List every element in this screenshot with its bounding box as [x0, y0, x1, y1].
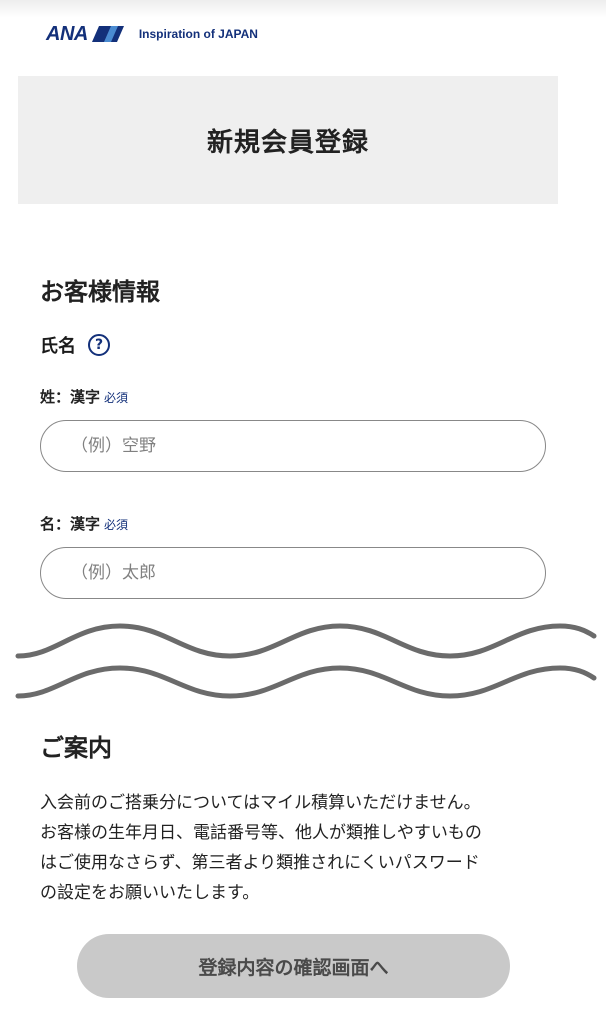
first-name-kanji-input[interactable]: [40, 547, 546, 599]
confirm-registration-button[interactable]: 登録内容の確認画面へ: [77, 934, 510, 998]
last-name-kanji-label-text: 姓：漢字: [40, 388, 101, 406]
tagline: Inspiration of JAPAN: [138, 27, 258, 41]
wave-divider: [15, 665, 597, 699]
ana-logo-text: ANA: [46, 22, 88, 45]
name-heading: 氏名 ?: [40, 332, 110, 358]
customer-info-heading: お客様情報: [40, 278, 160, 306]
notice-line: お客様の生年月日、電話番号等、他人が類推しやすいもの: [40, 823, 482, 843]
name-label: 氏名: [40, 336, 76, 357]
notice-text: 入会前のご搭乗分についてはマイル積算いただけません。 お客様の生年月日、電話番号…: [40, 788, 560, 908]
header: ANA Inspiration of JAPAN: [46, 22, 258, 46]
page-title: 新規会員登録: [206, 127, 369, 158]
notice-heading: ご案内: [40, 734, 112, 762]
notice-line: はご使用なさらず、第三者より類推されにくいパスワード: [40, 853, 480, 873]
notice-line: の設定をお願いいたします。: [40, 883, 260, 903]
last-name-kanji-label: 姓：漢字 必須: [40, 386, 128, 407]
first-name-kanji-label-text: 名：漢字: [40, 515, 101, 533]
required-badge: 必須: [104, 518, 129, 532]
last-name-kanji-input[interactable]: [40, 420, 546, 472]
top-fade: [0, 0, 606, 18]
notice-line: 入会前のご搭乗分についてはマイル積算いただけません。: [40, 793, 481, 813]
title-band: 新規会員登録: [18, 76, 558, 204]
required-badge: 必須: [104, 391, 129, 405]
first-name-kanji-label: 名：漢字 必須: [40, 513, 128, 534]
ana-logo-icon: [91, 26, 124, 42]
help-icon[interactable]: ?: [88, 334, 110, 356]
